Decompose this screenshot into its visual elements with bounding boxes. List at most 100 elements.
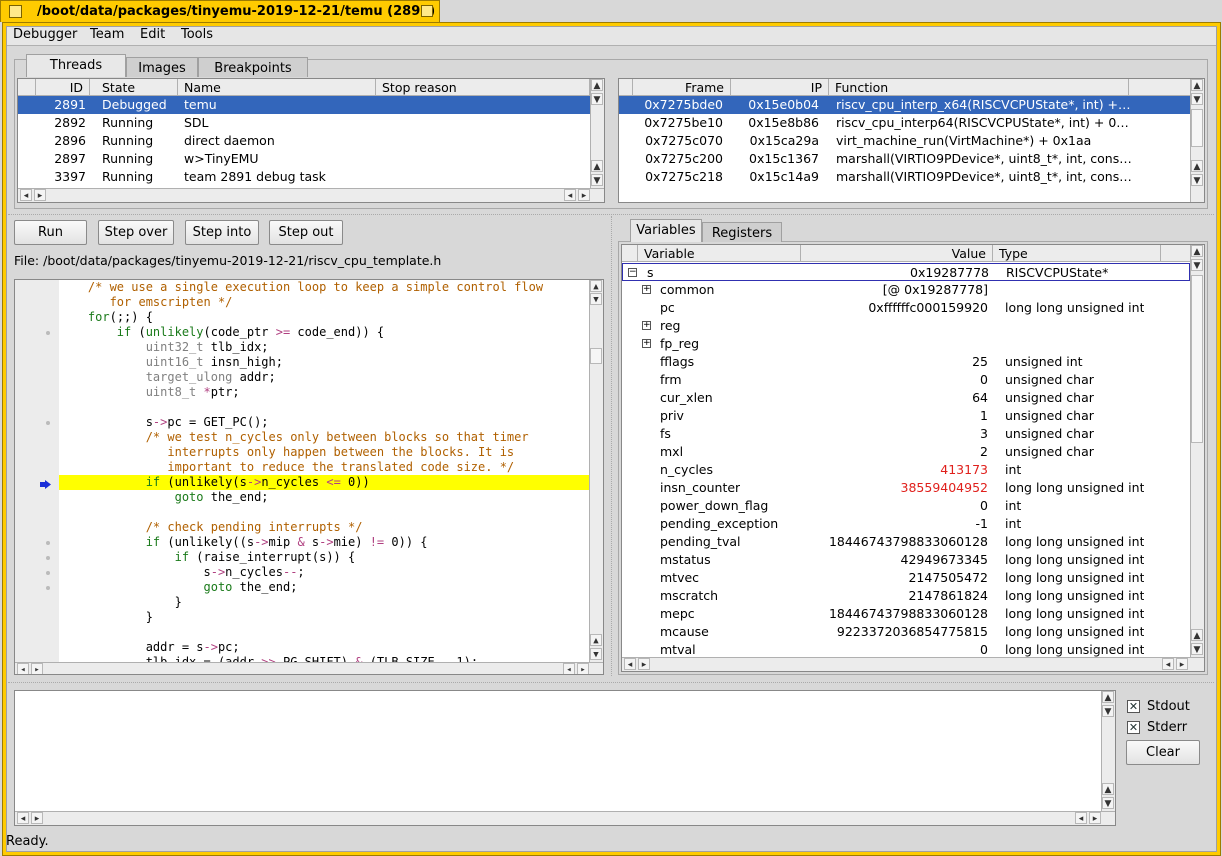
variable-row[interactable]: cur_xlen 64 unsigned char [622,389,1190,407]
breakpoint-marker[interactable] [46,541,50,545]
zoom-window-icon[interactable] [421,5,433,17]
source-gutter[interactable] [15,280,59,662]
variable-row[interactable]: − s 0x19287778 RISCVCPUState* [622,263,1190,281]
stderr-checkbox[interactable]: ✕ [1127,721,1140,734]
scroll-down-icon[interactable]: ▼ [1191,93,1203,105]
scroll-left-icon[interactable]: ◂ [563,663,575,674]
scroll-up-icon[interactable]: ▲ [591,160,603,172]
scroll-down-icon[interactable]: ▼ [1102,797,1114,809]
scroll-up-icon[interactable]: ▲ [1191,245,1203,257]
scroll-right-icon[interactable]: ▸ [31,812,43,824]
collapse-icon[interactable]: − [628,268,637,277]
scroll-down-icon[interactable]: ▼ [590,648,602,660]
scroll-left-icon[interactable]: ◂ [17,812,29,824]
tab-threads[interactable]: Threads [26,54,126,77]
stack-row[interactable]: 0x7275bde0 0x15e0b04 riscv_cpu_interp_x6… [619,96,1190,114]
scroll-down-icon[interactable]: ▼ [1191,174,1203,186]
col-id[interactable]: ID [36,79,90,96]
variable-row[interactable]: insn_counter 38559404952 long long unsigne… [622,479,1190,497]
variable-row[interactable]: pending_tval 18446743798833060128 long lon… [622,533,1190,551]
vertical-splitter[interactable] [611,216,612,676]
expand-icon[interactable]: + [642,285,651,294]
scroll-right-icon[interactable]: ▸ [1176,658,1188,670]
variable-row[interactable]: + fp_reg [622,335,1190,353]
step-into-button[interactable]: Step into [185,220,259,245]
variable-row[interactable]: mxl 2 unsigned char [622,443,1190,461]
source-vscrollbar[interactable]: ▲ ▼ ▲ ▼ [589,280,603,662]
variable-row[interactable]: mstatus 42949673345 long long unsigned int [622,551,1190,569]
scroll-left-icon[interactable]: ◂ [1075,812,1087,824]
variable-row[interactable]: mepc 18446743798833060128 long long unsign… [622,605,1190,623]
stack-row[interactable]: 0x7275c070 0x15ca29a virt_machine_run(Vi… [619,132,1190,150]
variable-row[interactable]: mcause 9223372036854775815 long long unsig… [622,623,1190,641]
menu-debugger[interactable]: Debugger [13,27,77,42]
stack-row[interactable]: 0x7275be10 0x15e8b86 riscv_cpu_interp64(… [619,114,1190,132]
expand-icon[interactable]: + [642,321,651,330]
scroll-down-icon[interactable]: ▼ [1191,259,1203,271]
scroll-left-icon[interactable]: ◂ [20,189,32,201]
scroll-right-icon[interactable]: ▸ [1089,812,1101,824]
breakpoint-marker[interactable] [46,556,50,560]
variables-vscrollbar[interactable]: ▲ ▼ ▲ ▼ [1190,245,1204,657]
tab-variables[interactable]: Variables [630,219,702,242]
variable-row[interactable]: pc 0xffffffc000159920 long long unsigned i… [622,299,1190,317]
scroll-down-icon[interactable]: ▼ [1102,705,1114,717]
run-button[interactable]: Run [14,220,87,245]
step-out-button[interactable]: Step out [269,220,343,245]
variable-row[interactable]: fflags 25 unsigned int [622,353,1190,371]
scroll-left-icon[interactable]: ◂ [624,658,636,670]
breakpoint-marker[interactable] [46,586,50,590]
scroll-left-icon[interactable]: ◂ [1162,658,1174,670]
thread-row[interactable]: 2892 Running SDL [18,114,590,132]
variable-row[interactable]: mtvec 2147505472 long long unsigned int [622,569,1190,587]
col-function[interactable]: Function [829,79,1129,96]
menu-edit[interactable]: Edit [140,27,165,42]
menu-team[interactable]: Team [90,27,124,42]
variable-row[interactable]: fs 3 unsigned char [622,425,1190,443]
source-hscrollbar[interactable]: ◂ ▸ ◂ ▸ [15,662,603,674]
tab-registers[interactable]: Registers [702,222,782,242]
col-ip[interactable]: IP [731,79,829,96]
scroll-thumb[interactable] [1191,109,1203,147]
scroll-thumb[interactable] [1191,275,1203,443]
breakpoint-marker[interactable] [46,331,50,335]
window-title-tab[interactable]: /boot/data/packages/tinyemu-2019-12-21/t… [0,0,440,22]
source-view[interactable]: /* we use a single execution loop to kee… [14,279,604,675]
tab-breakpoints[interactable]: Breakpoints [198,57,308,77]
menu-tools[interactable]: Tools [181,27,213,42]
step-over-button[interactable]: Step over [98,220,174,245]
variable-row[interactable]: frm 0 unsigned char [622,371,1190,389]
scroll-up-icon[interactable]: ▲ [1102,691,1114,703]
scroll-up-icon[interactable]: ▲ [1191,79,1203,91]
thread-row[interactable]: 2891 Debugged temu [18,96,590,114]
variable-row[interactable]: priv 1 unsigned char [622,407,1190,425]
col-stop-reason[interactable]: Stop reason [376,79,590,96]
console-vscrollbar[interactable]: ▲ ▼ ▲ ▼ [1101,691,1115,811]
col-state[interactable]: State [96,79,178,96]
breakpoint-marker[interactable] [46,571,50,575]
stack-row[interactable]: 0x7275c218 0x15c14a9 marshall(VIRTIO9PDe… [619,168,1190,186]
console-output[interactable]: ▲ ▼ ▲ ▼ ◂ ▸ ◂ ▸ [14,690,1116,826]
scroll-up-icon[interactable]: ▲ [1191,160,1203,172]
col-frame[interactable]: Frame [633,79,731,96]
scroll-thumb[interactable] [590,348,602,364]
scroll-up-icon[interactable]: ▲ [590,634,602,646]
scroll-down-icon[interactable]: ▼ [591,93,603,105]
close-window-icon[interactable] [9,5,22,18]
scroll-right-icon[interactable]: ▸ [31,663,43,674]
variable-row[interactable]: n_cycles 413173 int [622,461,1190,479]
scroll-down-icon[interactable]: ▼ [590,293,602,305]
thread-row[interactable]: 2897 Running w>TinyEMU [18,150,590,168]
scroll-right-icon[interactable]: ▸ [34,189,46,201]
variable-row[interactable]: power_down_flag 0 int [622,497,1190,515]
scroll-right-icon[interactable]: ▸ [578,189,590,201]
col-type[interactable]: Type [993,245,1161,262]
scroll-up-icon[interactable]: ▲ [590,280,602,292]
variable-row[interactable]: + reg [622,317,1190,335]
expand-icon[interactable]: + [642,339,651,348]
splitter[interactable] [8,682,1214,683]
scroll-up-icon[interactable]: ▲ [1102,783,1114,795]
col-name[interactable]: Name [178,79,376,96]
scroll-left-icon[interactable]: ◂ [17,663,29,674]
clear-button[interactable]: Clear [1126,740,1200,765]
